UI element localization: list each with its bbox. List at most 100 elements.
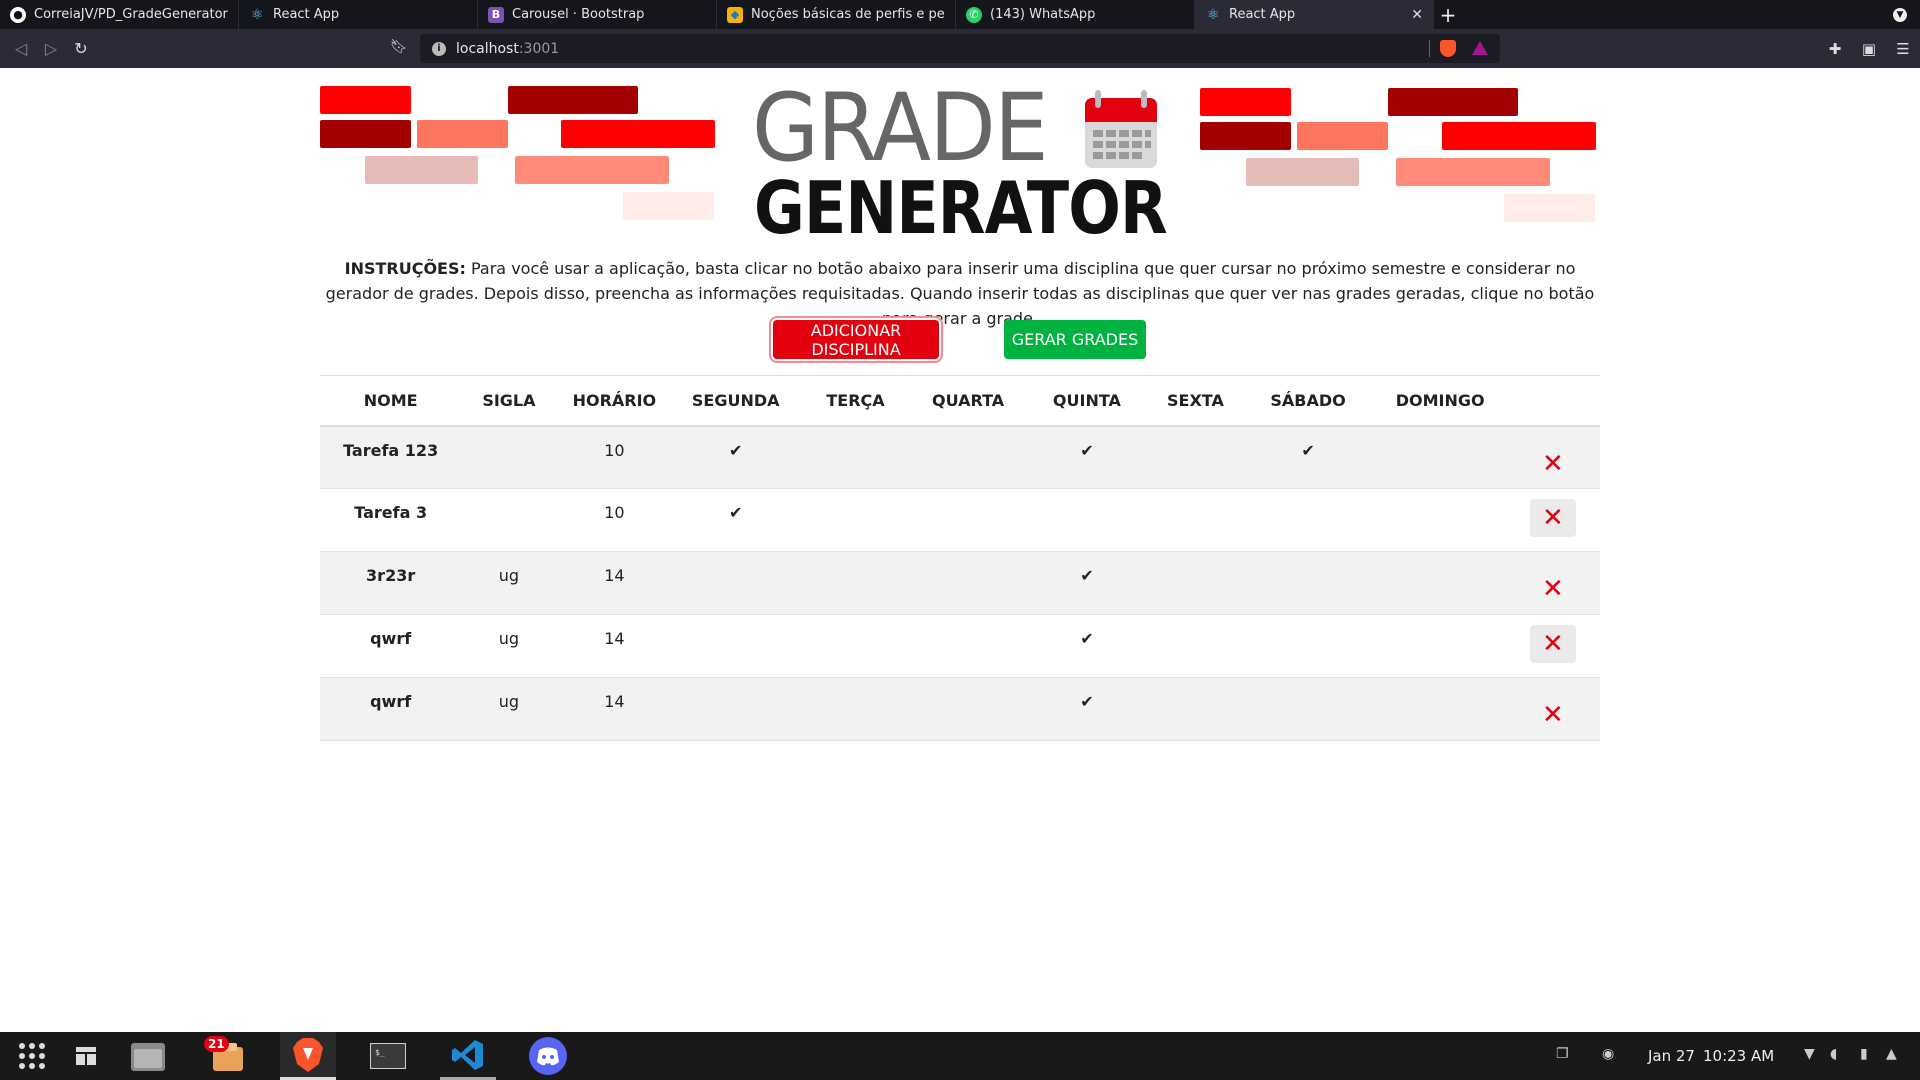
- extensions-icon[interactable]: ✚: [1818, 40, 1852, 58]
- tab-react-app-1[interactable]: ⚛ React App: [239, 0, 478, 29]
- brave-browser-button[interactable]: [280, 1032, 336, 1080]
- cell-sabado: [1241, 488, 1375, 552]
- new-tab-button[interactable]: +: [1434, 0, 1462, 29]
- reload-button[interactable]: ↻: [66, 34, 96, 64]
- page-content: GRADE GENERATOR INSTRUÇÕES: Para você us…: [0, 68, 1920, 1032]
- battery-icon[interactable]: ▮: [1860, 1046, 1868, 1062]
- bookmark-icon[interactable]: 🔖︎: [390, 39, 408, 55]
- react-icon: ⚛: [250, 6, 264, 23]
- cell-quarta: [911, 614, 1025, 678]
- cell-nome: 3r23r: [320, 551, 462, 615]
- date-time[interactable]: Jan 27 10:23 AM: [1648, 1032, 1774, 1080]
- tab-title: Carousel · Bootstrap: [512, 7, 645, 22]
- time-label: 10:23 AM: [1702, 1047, 1775, 1065]
- cell-quarta: [911, 488, 1025, 552]
- cell-domingo: [1374, 614, 1506, 678]
- calendar-icon: [1085, 90, 1157, 168]
- tab-list-button[interactable]: ▼: [1880, 0, 1920, 29]
- cell-sexta: [1149, 425, 1242, 489]
- whatsapp-icon: ✆: [966, 6, 982, 23]
- col-header-horario: HORÁRIO: [556, 375, 673, 427]
- close-tab-icon[interactable]: ✕: [1411, 7, 1423, 23]
- brave-rewards-icon[interactable]: [1472, 41, 1488, 55]
- address-bar-divider: [1429, 40, 1430, 57]
- back-button[interactable]: ◁: [6, 34, 36, 64]
- col-header-segunda: SEGUNDA: [672, 375, 800, 427]
- tab-react-app-active[interactable]: ⚛ React App ✕: [1195, 0, 1434, 29]
- react-icon: ⚛: [1206, 6, 1220, 23]
- os-taskbar: 21 $_ ❐ ◉ Jan 27 10:23 AM ▼ ◖ ▮ ▲: [0, 1032, 1920, 1080]
- menu-icon[interactable]: ☰: [1886, 40, 1920, 58]
- app-launcher-button[interactable]: [4, 1032, 60, 1080]
- system-menu-icon[interactable]: ▲: [1886, 1046, 1897, 1062]
- col-header-domingo: DOMINGO: [1374, 375, 1506, 427]
- delete-row-button[interactable]: ✕: [1529, 570, 1576, 608]
- chevron-down-icon: ▼: [1893, 7, 1907, 22]
- cell-quinta: ✔: [1024, 677, 1150, 741]
- cell-segunda: [672, 551, 800, 615]
- notifications-tray-icon[interactable]: ❐: [1556, 1046, 1569, 1062]
- terminal-button[interactable]: $_: [360, 1032, 416, 1080]
- action-buttons: ADICIONAR DISCIPLINA GERAR GRADES: [320, 320, 1600, 360]
- workspaces-button[interactable]: [58, 1032, 114, 1080]
- brave-icon: [293, 1037, 323, 1072]
- delete-row-button[interactable]: ✕: [1529, 444, 1576, 483]
- cell-horario: 14: [556, 551, 673, 615]
- cell-sexta: [1149, 677, 1242, 741]
- address-bar[interactable]: i localhost:3001: [420, 34, 1500, 63]
- discord-button[interactable]: [520, 1032, 576, 1080]
- decor-brick: [623, 192, 714, 220]
- volume-icon[interactable]: ◖: [1830, 1046, 1837, 1062]
- cell-domingo: [1374, 677, 1506, 741]
- delete-row-button[interactable]: ✕: [1529, 696, 1576, 734]
- tab-bootstrap[interactable]: B Carousel · Bootstrap: [478, 0, 717, 29]
- software-store-button[interactable]: 21: [200, 1032, 256, 1080]
- disciplines-table: NOME SIGLA HORÁRIO SEGUNDA TERÇA QUARTA …: [320, 375, 1600, 741]
- date-label: Jan 27: [1648, 1047, 1695, 1065]
- cell-sexta: [1149, 488, 1242, 552]
- delete-row-button[interactable]: ✕: [1529, 625, 1576, 663]
- instructions-label: INSTRUÇÕES:: [344, 259, 466, 278]
- cell-horario: 14: [556, 677, 673, 741]
- decor-brick: [515, 156, 669, 184]
- tab-whatsapp[interactable]: ✆ (143) WhatsApp: [956, 0, 1195, 29]
- svg-text:$_: $_: [375, 1048, 385, 1057]
- generate-grades-button[interactable]: GERAR GRADES: [1004, 320, 1146, 359]
- discord-tray-icon[interactable]: ◉: [1602, 1046, 1614, 1062]
- site-info-icon[interactable]: i: [432, 41, 446, 56]
- cell-domingo: [1374, 551, 1506, 615]
- cell-quarta: [911, 677, 1025, 741]
- cell-sigla: ug: [461, 677, 557, 741]
- decor-brick: [365, 156, 478, 184]
- cell-sigla: ug: [461, 551, 557, 615]
- wifi-icon[interactable]: ▼: [1804, 1046, 1815, 1062]
- col-header-nome: NOME: [320, 375, 462, 427]
- cell-terca: [799, 425, 912, 489]
- cell-quinta: [1024, 488, 1150, 552]
- add-discipline-button[interactable]: ADICIONAR DISCIPLINA: [773, 320, 939, 359]
- cell-actions: ✕: [1505, 614, 1600, 678]
- decor-brick: [508, 86, 638, 114]
- wallet-icon[interactable]: ▣: [1852, 40, 1886, 58]
- github-icon: ●: [10, 6, 26, 23]
- forward-button[interactable]: ▷: [36, 34, 66, 64]
- cell-sexta: [1149, 614, 1242, 678]
- col-header-quinta: QUINTA: [1024, 375, 1150, 427]
- files-app-button[interactable]: [120, 1032, 176, 1080]
- brave-shields-icon[interactable]: [1440, 40, 1456, 57]
- vscode-button[interactable]: [440, 1032, 496, 1080]
- col-header-sigla: SIGLA: [461, 375, 557, 427]
- cell-terca: [799, 677, 912, 741]
- tab-github[interactable]: ● CorreiaJV/PD_GradeGenerator: Pro: [0, 0, 239, 29]
- cell-sigla: [461, 488, 557, 552]
- cell-terca: [799, 614, 912, 678]
- cell-domingo: [1374, 488, 1506, 552]
- delete-row-button[interactable]: ✕: [1529, 499, 1576, 537]
- tab-bar-spacer: [1462, 0, 1880, 29]
- header-banner: GRADE GENERATOR: [320, 82, 1600, 266]
- cell-nome: qwrf: [320, 677, 462, 741]
- table-row: Tarefa 123 10 ✔ ✔ ✔ ✕: [320, 425, 1600, 489]
- notification-badge: 21: [204, 1036, 229, 1052]
- tab-google-cloud[interactable]: ◆ Noções básicas de perfis e permis: [717, 0, 956, 29]
- cell-sigla: ug: [461, 614, 557, 678]
